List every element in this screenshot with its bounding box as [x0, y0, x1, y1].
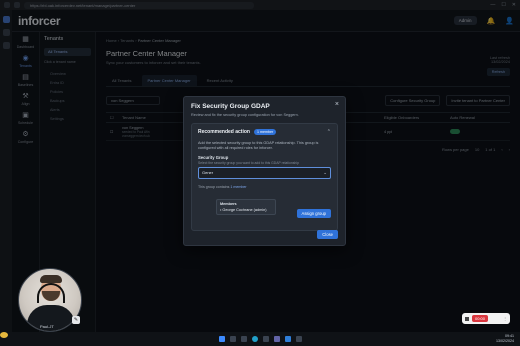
windows-start-icon[interactable] — [218, 336, 225, 342]
system-clock[interactable]: 09:41 13/02/2024 — [496, 334, 514, 343]
stop-icon[interactable] — [465, 316, 469, 321]
group-contains-text: This group contains 1 member — [198, 185, 247, 189]
webcam-settings-icon[interactable]: ✎ — [72, 316, 80, 324]
taskbar: 09:41 13/02/2024 — [0, 332, 520, 346]
recommended-action-card: Recommended action 1 member ⌃ Add the se… — [191, 123, 338, 231]
dialog-subtitle: Review and fix the security group config… — [191, 113, 299, 117]
dialog-title: Fix Security Group GDAP — [191, 103, 270, 110]
member-count-badge: 1 member — [253, 129, 277, 135]
card-description: Add the selected security group to this … — [198, 141, 319, 150]
member-option[interactable]: • George Cochrane (admin) — [220, 208, 272, 212]
more-icon[interactable]: ⋮ — [503, 316, 507, 321]
vscode-icon[interactable] — [284, 336, 291, 342]
assign-group-button[interactable]: Assign group — [296, 209, 331, 218]
group-members-dropdown: Members • George Cochrane (admin) — [216, 199, 276, 215]
close-button[interactable]: Close — [317, 230, 338, 239]
members-heading: Members — [220, 202, 237, 206]
security-group-label: Security Group — [198, 155, 229, 160]
headphones-icon — [37, 283, 65, 303]
security-group-help: Select the security group you want to ad… — [198, 161, 299, 165]
webcam-label: Paul-JT — [40, 324, 54, 329]
card-title: Recommended action — [198, 129, 250, 135]
fix-gdap-dialog: Fix Security Group GDAP × Review and fix… — [183, 96, 346, 246]
member-count-link[interactable]: 1 member — [230, 185, 246, 189]
chevron-down-icon: ⌄ — [323, 170, 327, 175]
recording-timer[interactable]: 00:00 — [472, 315, 489, 322]
recording-controls: 00:00 ⋮ — [462, 313, 510, 324]
teams-icon[interactable] — [273, 336, 280, 342]
terminal-icon[interactable] — [295, 336, 302, 342]
edge-icon[interactable] — [251, 336, 258, 342]
file-explorer-icon[interactable] — [262, 336, 269, 342]
task-view-icon[interactable] — [240, 336, 247, 342]
close-icon[interactable]: × — [335, 101, 339, 108]
chrome-icon[interactable] — [0, 332, 8, 338]
search-icon[interactable] — [229, 336, 236, 342]
chevron-up-icon[interactable]: ⌃ — [327, 129, 331, 135]
security-group-select[interactable]: Gener ⌄ — [198, 167, 331, 179]
